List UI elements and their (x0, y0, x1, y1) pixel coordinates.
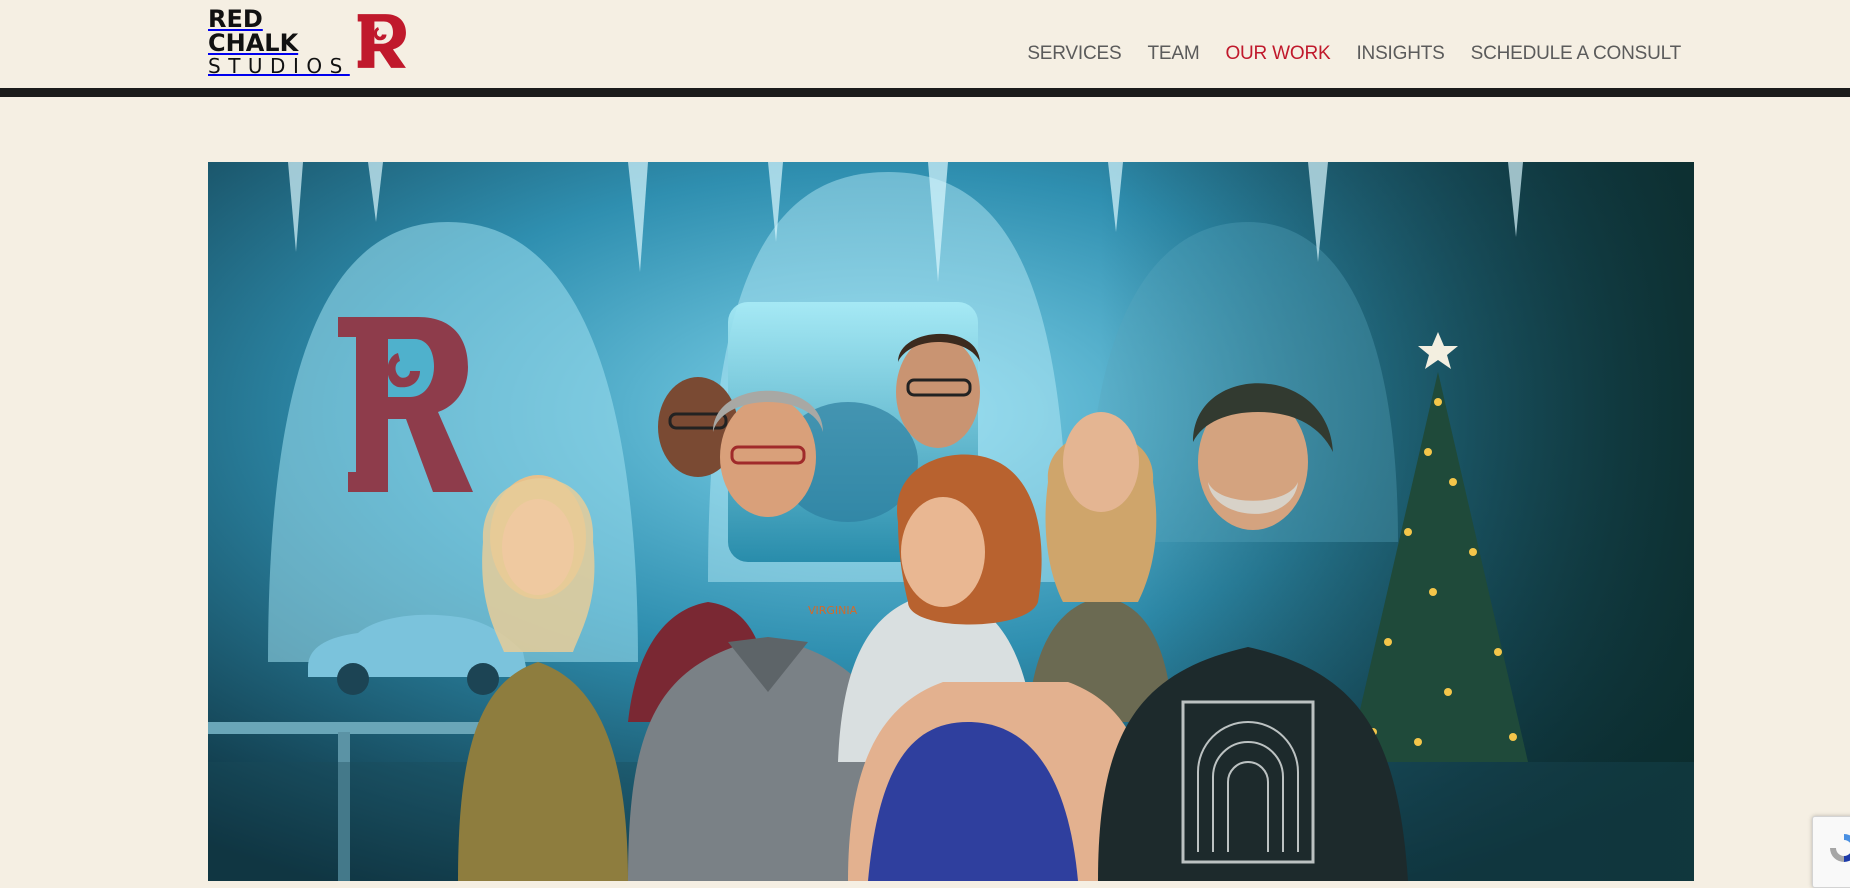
hero-illustration: VIRGINIA (208, 162, 1694, 881)
recaptcha-icon (1830, 834, 1850, 862)
nav-services[interactable]: SERVICES (1027, 43, 1121, 65)
logo-wordmark: RED CHALK STUDIOS (208, 7, 350, 76)
logo-line-2: STUDIOS (208, 53, 350, 78)
nav-insights[interactable]: INSIGHTS (1356, 43, 1444, 65)
header-divider (0, 88, 1850, 97)
logo-r-mark-icon (357, 14, 407, 68)
logo-line-1: RED CHALK (208, 4, 299, 57)
shirt-logo-text: VIRGINIA (808, 604, 858, 617)
site-logo[interactable]: RED CHALK STUDIOS (208, 7, 408, 76)
recaptcha-badge[interactable] (1812, 816, 1850, 888)
hero-team-image: VIRGINIA (208, 162, 1694, 881)
site-header: RED CHALK STUDIOS SERVICES TEAM OUR WORK… (0, 0, 1850, 88)
nav-team[interactable]: TEAM (1147, 43, 1199, 65)
nav-our-work[interactable]: OUR WORK (1225, 43, 1330, 65)
nav-schedule-consult[interactable]: SCHEDULE A CONSULT (1471, 43, 1682, 65)
main-nav: SERVICES TEAM OUR WORK INSIGHTS SCHEDULE… (1027, 43, 1681, 65)
